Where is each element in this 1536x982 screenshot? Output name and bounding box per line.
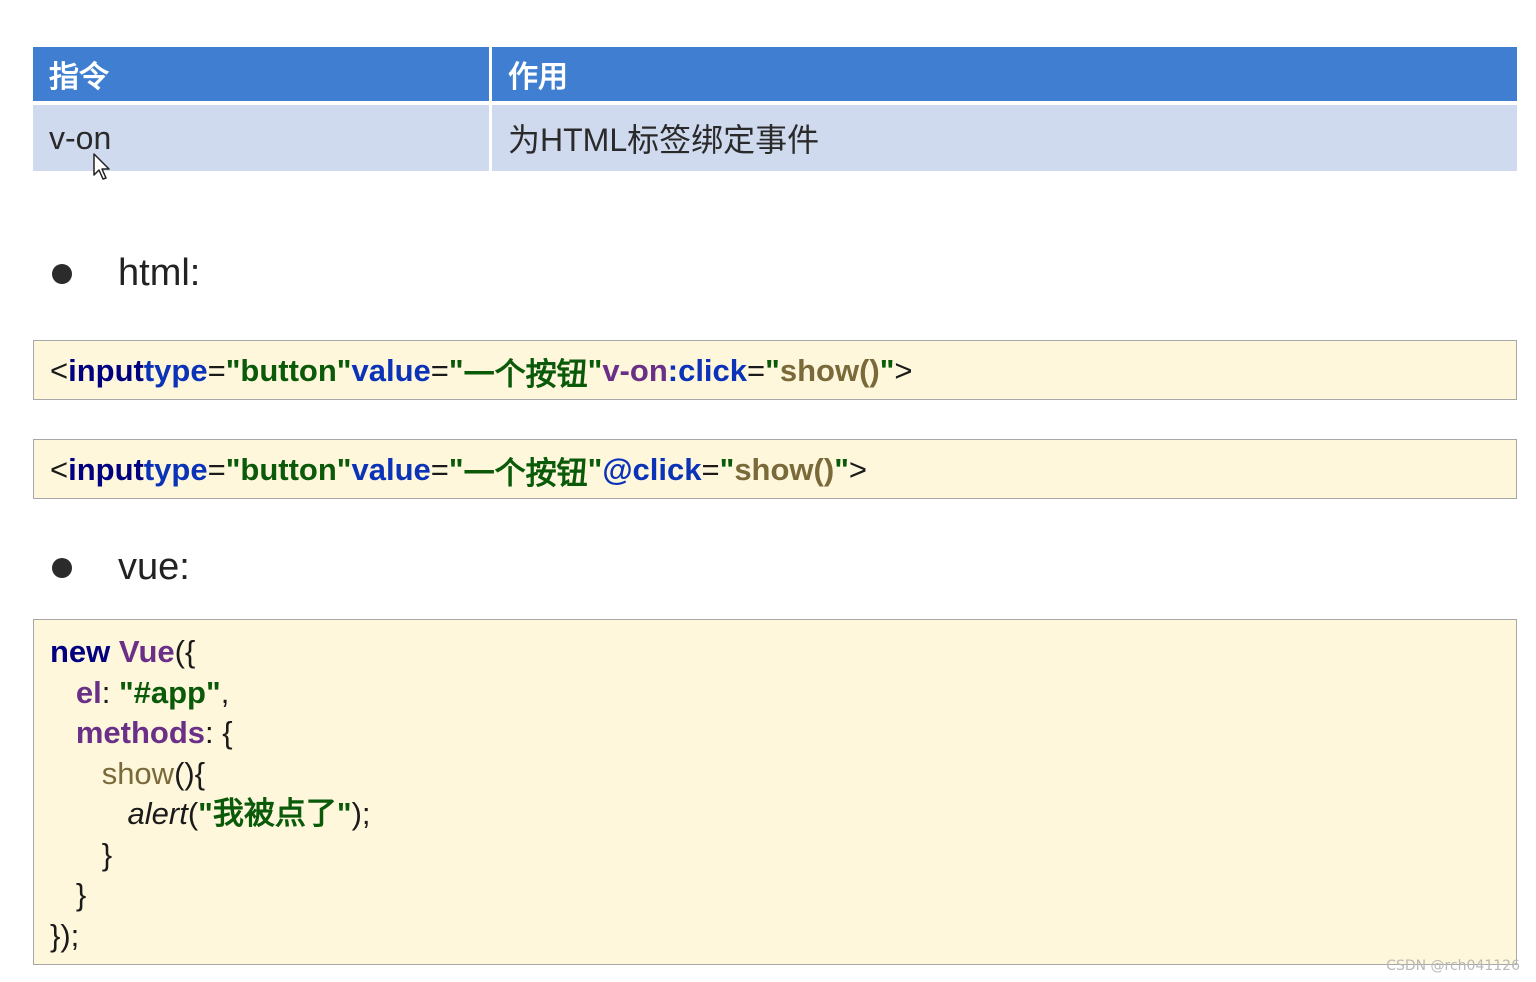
table-row: v-on 为HTML标签绑定事件 [33,101,1517,171]
code-token: = [747,353,766,388]
code-line: el: "#app", [50,673,1516,714]
code-token: "button" [225,452,352,487]
code-token: } [75,877,87,912]
code-token: < [50,452,69,487]
code-token: , [220,674,230,710]
code-token: " [448,353,464,388]
code-token: " [587,452,603,487]
bullet-dot-icon [52,263,72,284]
code-token: < [50,353,69,388]
code-line: alert("我被点了"); [50,794,1516,835]
code-token: methods [75,715,206,750]
code-token: " [587,353,603,388]
code-token: v-on [602,353,668,388]
code-token: = [430,353,449,388]
code-token: "#app" [118,674,221,710]
code-token: " [765,353,780,388]
code-token: value [351,452,431,487]
code-token: > [848,452,867,487]
code-token: " [336,796,352,831]
bullet-vue-label: vue: [118,546,190,588]
code-token: = [207,452,226,487]
code-token: " [879,353,895,388]
code-token: show [101,755,175,791]
bullet-html: html: [52,252,200,295]
code-token: 一个按钮 [463,356,588,393]
cell-function: 为HTML标签绑定事件 [492,101,1517,171]
code-token: " [719,452,735,487]
code-token: : [101,674,119,710]
code-token: @click [602,452,702,487]
code-token: }); [50,917,80,953]
code-token: ( [187,796,199,831]
code-line: < input type = "button" value = " 一个按钮 " @click… [50,440,1516,500]
code-line: } [50,875,1516,916]
code-token: : { [205,715,233,750]
code-token: (){ [174,755,206,791]
header-function: 作用 [492,47,1517,101]
code-token: ({ [174,634,196,669]
bullet-vue: vue: [52,546,190,589]
code-token: show() [779,353,880,388]
code-line: < input type = "button" value = " 一个按钮 " v-on: c… [50,341,1516,401]
code-token: input [68,452,144,487]
code-token: el [75,674,102,710]
code-token: : [667,353,679,388]
code-token: new [50,634,111,669]
code-token: " [448,452,464,487]
code-token: " [834,452,849,487]
code-line: new Vue({ [50,632,1516,673]
code-line: } [50,835,1516,876]
html-code-block-2: < input type = "button" value = " 一个按钮 " @click… [33,439,1517,499]
code-token: type [143,452,208,487]
code-token: click [678,353,748,388]
watermark: CSDN @rch041126 [1386,958,1520,974]
code-token: = [701,452,720,487]
bullet-html-label: html: [118,252,201,294]
code-token: Vue [118,634,175,669]
directive-table: 指令 作用 v-on 为HTML标签绑定事件 [33,47,1517,171]
header-directive: 指令 [33,47,492,101]
vue-code-block: new Vue({ el: "#app", methods: { show(){… [33,619,1517,965]
html-code-block-1: < input type = "button" value = " 一个按钮 " v-on: c… [33,340,1517,400]
code-token: = [207,353,226,388]
code-line: }); [50,916,1516,957]
bullet-dot-icon [52,557,72,578]
code-token: show() [734,452,835,487]
code-line: methods: { [50,713,1516,754]
code-token: 我被点了 [212,796,337,832]
code-token: "button" [225,353,352,388]
code-token: = [430,452,449,487]
code-token: alert [127,796,188,831]
code-token: ); [351,796,371,831]
code-token: > [894,353,913,388]
code-token: " [198,796,213,831]
code-line: show(){ [50,754,1516,795]
code-token: value [351,353,431,388]
mouse-cursor-icon [93,153,110,180]
code-token: input [68,353,144,388]
code-token: type [143,353,208,388]
table-header-row: 指令 作用 [33,47,1517,101]
code-token: 一个按钮 [463,455,588,492]
code-token: } [101,836,113,872]
